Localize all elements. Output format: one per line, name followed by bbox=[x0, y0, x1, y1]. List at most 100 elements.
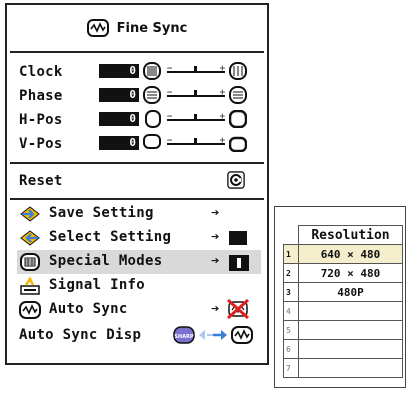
row-number: 4 bbox=[283, 301, 299, 321]
h-pos-row[interactable]: H-Pos 0 − + bbox=[19, 108, 259, 132]
slider-plus: + bbox=[219, 136, 225, 146]
position-up-icon bbox=[143, 134, 161, 149]
signal-info-row[interactable]: Signal Info bbox=[19, 274, 259, 298]
table-row[interactable]: 7 bbox=[283, 358, 403, 378]
clock-slider[interactable]: − + bbox=[167, 65, 225, 74]
slider-plus: + bbox=[219, 88, 225, 98]
v-pos-label: V-Pos bbox=[19, 136, 63, 152]
save-setting-label: Save Setting bbox=[49, 205, 154, 221]
special-modes-icon bbox=[20, 253, 40, 271]
header-spacer bbox=[283, 225, 299, 245]
divider bbox=[10, 198, 264, 200]
row-resolution bbox=[298, 358, 403, 378]
svg-text:SHARP: SHARP bbox=[174, 334, 194, 340]
special-modes-label: Special Modes bbox=[49, 253, 163, 269]
resolution-header: Resolution bbox=[298, 225, 403, 245]
signal-info-label: Signal Info bbox=[49, 277, 146, 293]
slider-handle bbox=[194, 138, 197, 144]
select-setting-label: Select Setting bbox=[49, 229, 172, 245]
sharp-logo-icon: SHARP bbox=[173, 326, 195, 344]
slider-minus: − bbox=[167, 64, 173, 74]
fine-sync-menu: Fine Sync Clock 0 − + Phase 0 − + H-Pos … bbox=[5, 3, 269, 365]
row-resolution: 480P bbox=[298, 282, 403, 302]
submenu-indicator bbox=[229, 255, 249, 271]
diamond-arrow-left-icon bbox=[20, 230, 40, 246]
v-pos-row[interactable]: V-Pos 0 − + bbox=[19, 132, 259, 156]
table-row[interactable]: 3 480P bbox=[283, 282, 403, 302]
slider-minus: − bbox=[167, 136, 173, 146]
auto-sync-disp-row[interactable]: Auto Sync Disp SHARP bbox=[19, 323, 259, 347]
phase-value: 0 bbox=[99, 88, 139, 102]
table-row[interactable]: 6 bbox=[283, 339, 403, 359]
row-number: 6 bbox=[283, 339, 299, 359]
submenu-indicator bbox=[229, 231, 247, 245]
row-number: 3 bbox=[283, 282, 299, 302]
divider bbox=[10, 162, 264, 164]
slider-plus: + bbox=[219, 112, 225, 122]
arrow-right-icon: ➔ bbox=[211, 205, 220, 221]
phase-row[interactable]: Phase 0 − + bbox=[19, 84, 259, 108]
position-right-icon bbox=[229, 110, 247, 128]
clock-dense-icon bbox=[143, 62, 161, 80]
phase-slider[interactable]: − + bbox=[167, 89, 225, 98]
row-resolution bbox=[298, 301, 403, 321]
reset-c-icon bbox=[227, 171, 245, 189]
slider-handle bbox=[194, 114, 197, 120]
auto-sync-disp-label: Auto Sync Disp bbox=[19, 327, 142, 343]
table-row[interactable]: 2 720 × 480 bbox=[283, 263, 403, 283]
slider-minus: − bbox=[167, 112, 173, 122]
phase-icon bbox=[229, 86, 247, 104]
resolution-table: Resolution 1 640 × 480 2 720 × 480 3 480… bbox=[283, 225, 403, 378]
row-resolution: 640 × 480 bbox=[298, 244, 403, 264]
waveform-monitor-icon bbox=[86, 19, 109, 37]
table-header-row: Resolution bbox=[283, 225, 403, 245]
table-row[interactable]: 5 bbox=[283, 320, 403, 340]
reset-label: Reset bbox=[19, 173, 63, 189]
reset-row[interactable]: Reset bbox=[19, 169, 259, 193]
menu-title: Fine Sync bbox=[7, 5, 267, 51]
row-number: 5 bbox=[283, 320, 299, 340]
row-number: 7 bbox=[283, 358, 299, 378]
waveform-display-icon bbox=[231, 326, 253, 344]
slider-handle bbox=[194, 66, 197, 72]
position-down-icon bbox=[229, 136, 247, 152]
swap-arrows-icon bbox=[199, 330, 227, 340]
table-row[interactable]: 1 640 × 480 bbox=[283, 244, 403, 264]
special-modes-row[interactable]: Special Modes ➔ bbox=[17, 250, 261, 274]
clock-row[interactable]: Clock 0 − + bbox=[19, 60, 259, 84]
clock-label: Clock bbox=[19, 64, 63, 80]
menu-title-text: Fine Sync bbox=[116, 20, 188, 36]
v-pos-value: 0 bbox=[99, 136, 139, 150]
clock-value: 0 bbox=[99, 64, 139, 78]
phase-icon bbox=[143, 86, 161, 104]
row-number: 1 bbox=[283, 244, 299, 264]
h-pos-value: 0 bbox=[99, 112, 139, 126]
auto-sync-label: Auto Sync bbox=[49, 301, 128, 317]
position-left-icon bbox=[145, 110, 161, 128]
row-resolution bbox=[298, 320, 403, 340]
arrow-right-icon: ➔ bbox=[211, 229, 220, 245]
v-pos-slider[interactable]: − + bbox=[167, 137, 225, 146]
save-setting-row[interactable]: Save Setting ➔ bbox=[19, 202, 259, 226]
h-pos-slider[interactable]: − + bbox=[167, 113, 225, 122]
arrow-right-icon: ➔ bbox=[211, 301, 220, 317]
clock-sparse-icon bbox=[229, 62, 247, 80]
divider bbox=[10, 51, 264, 53]
phase-label: Phase bbox=[19, 88, 63, 104]
signal-info-icon bbox=[20, 276, 40, 295]
slider-plus: + bbox=[219, 64, 225, 74]
resolution-table-panel: Resolution 1 640 × 480 2 720 × 480 3 480… bbox=[274, 206, 406, 388]
auto-sync-row[interactable]: Auto Sync ➔ bbox=[19, 298, 259, 322]
row-resolution: 720 × 480 bbox=[298, 263, 403, 283]
slider-minus: − bbox=[167, 88, 173, 98]
row-resolution bbox=[298, 339, 403, 359]
h-pos-label: H-Pos bbox=[19, 112, 63, 128]
auto-sync-off-icon bbox=[227, 299, 249, 319]
select-setting-row[interactable]: Select Setting ➔ bbox=[19, 226, 259, 250]
auto-sync-icon bbox=[19, 301, 41, 319]
arrow-right-icon: ➔ bbox=[211, 253, 220, 269]
table-row[interactable]: 4 bbox=[283, 301, 403, 321]
diamond-arrow-right-icon bbox=[20, 206, 40, 222]
row-number: 2 bbox=[283, 263, 299, 283]
slider-handle bbox=[194, 90, 197, 96]
